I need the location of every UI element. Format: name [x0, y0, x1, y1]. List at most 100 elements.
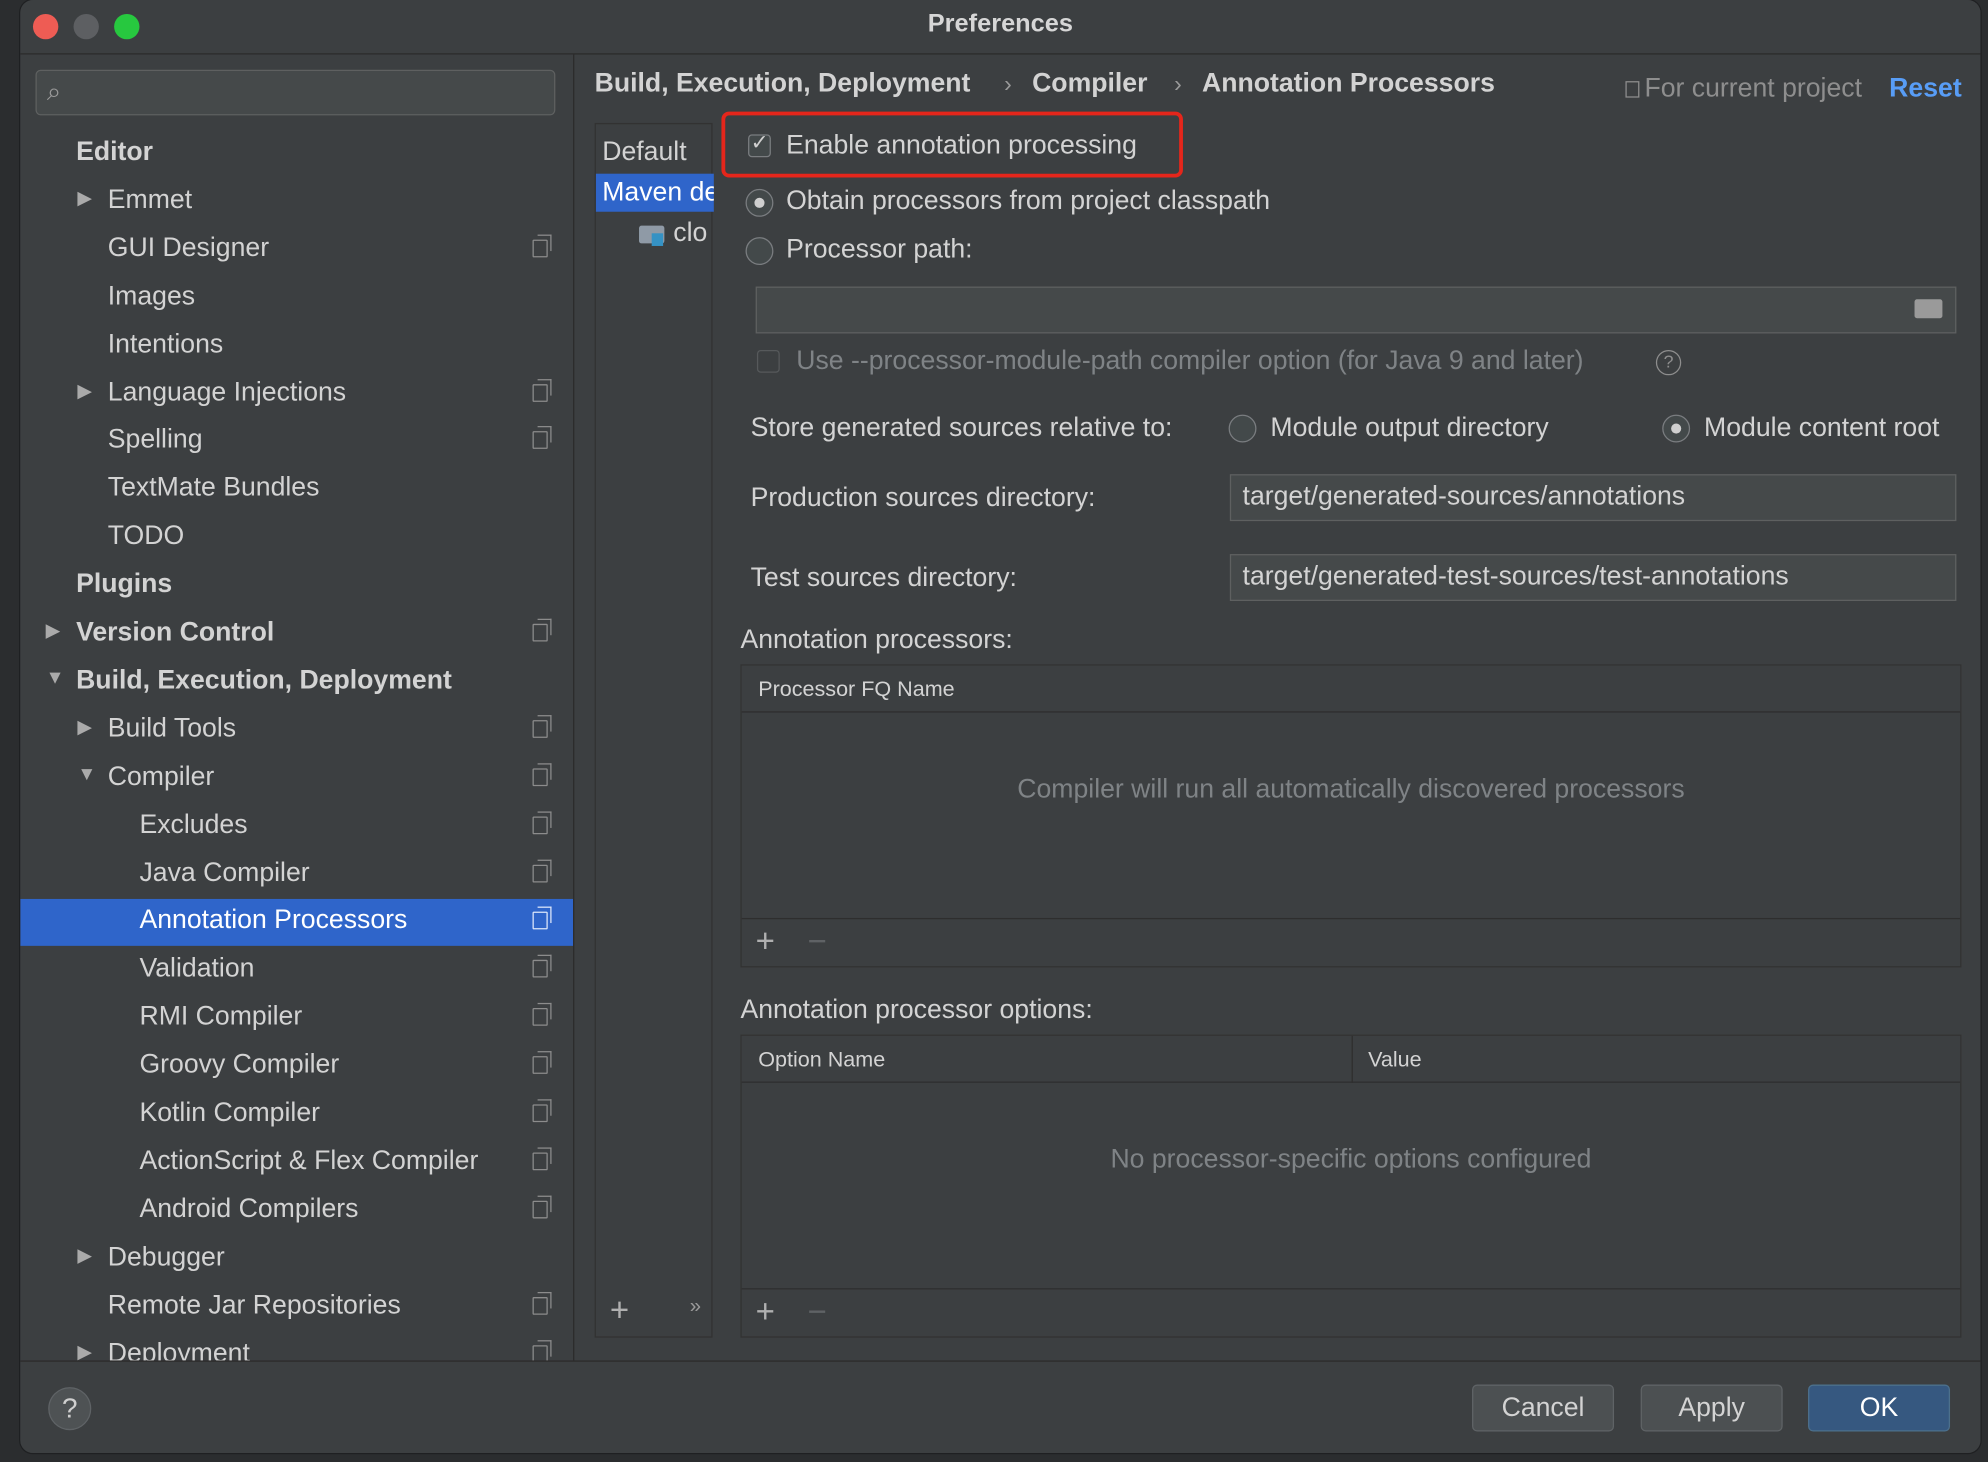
module-content-root-label[interactable]: Module content root: [1704, 413, 1939, 443]
project-scope-icon: [532, 1099, 552, 1123]
store-generated-label: Store generated sources relative to:: [750, 413, 1173, 443]
column-header-processor-fq-name[interactable]: Processor FQ Name: [758, 677, 954, 702]
more-actions-button[interactable]: »: [690, 1296, 701, 1319]
test-sources-value: target/generated-test-sources/test-annot…: [1242, 561, 1789, 591]
sidebar-item-plugins[interactable]: Plugins: [20, 563, 573, 610]
expand-arrow-icon[interactable]: ▶: [77, 715, 92, 738]
expand-arrow-icon[interactable]: ▶: [77, 1243, 92, 1267]
sidebar-divider[interactable]: [573, 54, 575, 1361]
expand-arrow-icon[interactable]: ▶: [77, 378, 92, 402]
settings-sidebar: ⌕ Editor ▶ Emmet GUI Designer Images Int…: [20, 54, 574, 1367]
title-bar: Preferences: [20, 0, 1981, 55]
sidebar-item-build-execution-deployment[interactable]: ▼ Build, Execution, Deployment: [20, 659, 573, 706]
processor-module-path-checkbox[interactable]: [756, 349, 780, 373]
expand-arrow-icon[interactable]: ▶: [46, 619, 61, 642]
profile-label: Default: [602, 136, 687, 167]
sidebar-item-compiler[interactable]: ▼ Compiler: [20, 755, 573, 802]
test-sources-label: Test sources directory:: [750, 562, 1017, 593]
sidebar-item-android-compilers[interactable]: Android Compilers: [20, 1188, 573, 1235]
expand-arrow-icon[interactable]: ▶: [77, 1340, 92, 1363]
production-sources-input[interactable]: target/generated-sources/annotations: [1229, 474, 1957, 522]
enable-annotation-processing-checkbox[interactable]: [748, 131, 771, 158]
sidebar-item-excludes[interactable]: Excludes: [20, 803, 573, 850]
column-header-option-name[interactable]: Option Name: [758, 1047, 885, 1072]
collapse-arrow-icon[interactable]: ▼: [46, 667, 65, 689]
apply-button[interactable]: Apply: [1640, 1384, 1783, 1432]
sidebar-item-intentions[interactable]: Intentions: [20, 323, 573, 370]
cancel-button[interactable]: Cancel: [1472, 1384, 1615, 1432]
sidebar-item-actionscript-flex-compiler[interactable]: ActionScript & Flex Compiler: [20, 1140, 573, 1187]
sidebar-item-java-compiler[interactable]: Java Compiler: [20, 851, 573, 898]
sidebar-item-kotlin-compiler[interactable]: Kotlin Compiler: [20, 1092, 573, 1139]
sidebar-item-debugger[interactable]: ▶ Debugger: [20, 1236, 573, 1283]
sidebar-item-editor[interactable]: Editor: [20, 131, 573, 178]
help-question-icon[interactable]: ?: [1655, 349, 1682, 376]
profile-item-maven[interactable]: Maven de: [595, 173, 714, 212]
sidebar-item-label: RMI Compiler: [139, 1001, 303, 1032]
sidebar-item-validation[interactable]: Validation: [20, 947, 573, 994]
remove-processor-button[interactable]: −: [808, 922, 827, 961]
breadcrumb-separator: ›: [1174, 71, 1182, 97]
project-scope-icon: [532, 1291, 552, 1315]
obtain-from-classpath-label[interactable]: Obtain processors from project classpath: [786, 186, 1270, 216]
project-scope-icon: [532, 1051, 552, 1075]
sidebar-item-build-tools[interactable]: ▶ Build Tools: [20, 707, 573, 754]
sidebar-item-label: Validation: [139, 953, 255, 983]
sidebar-item-images[interactable]: Images: [20, 275, 573, 322]
add-profile-button[interactable]: +: [610, 1291, 629, 1330]
add-processor-button[interactable]: +: [756, 922, 775, 961]
module-content-root-radio[interactable]: [1662, 414, 1691, 443]
profile-module-item[interactable]: clo: [596, 214, 714, 252]
sidebar-item-annotation-processors[interactable]: Annotation Processors: [20, 899, 574, 947]
processor-path-label[interactable]: Processor path:: [786, 235, 972, 265]
profiles-toolbar: + »: [596, 1286, 714, 1337]
column-divider[interactable]: [1351, 1035, 1353, 1083]
ok-button[interactable]: OK: [1808, 1384, 1951, 1432]
sidebar-item-rmi-compiler[interactable]: RMI Compiler: [20, 996, 573, 1043]
project-scope-icon: [532, 762, 552, 786]
module-output-directory-radio[interactable]: [1228, 414, 1257, 443]
settings-search-input[interactable]: ⌕: [35, 69, 556, 116]
module-output-directory-label[interactable]: Module output directory: [1270, 413, 1548, 443]
enable-annotation-processing-label[interactable]: Enable annotation processing: [786, 131, 1137, 161]
expand-arrow-icon[interactable]: ▶: [77, 186, 92, 210]
sidebar-item-spelling[interactable]: Spelling: [20, 419, 573, 466]
processor-path-radio[interactable]: [745, 237, 774, 265]
project-scope-icon: [532, 234, 552, 258]
remove-option-button[interactable]: −: [808, 1292, 827, 1331]
processor-path-input[interactable]: [755, 286, 1957, 334]
project-scope-icon: [532, 618, 552, 642]
sidebar-item-label: ActionScript & Flex Compiler: [139, 1146, 479, 1176]
sidebar-item-language-injections[interactable]: ▶ Language Injections: [20, 371, 573, 418]
profile-item-default[interactable]: Default: [596, 133, 714, 171]
table-header: Option Name Value: [741, 1035, 1961, 1083]
sidebar-item-groovy-compiler[interactable]: Groovy Compiler: [20, 1044, 573, 1091]
obtain-from-classpath-radio[interactable]: [745, 188, 774, 217]
sidebar-item-label: Java Compiler: [139, 857, 310, 887]
sidebar-item-label: Language Injections: [107, 377, 347, 407]
profiles-list: Default Maven de clo + »: [594, 122, 714, 1338]
sidebar-item-label: Build Tools: [107, 713, 237, 743]
sidebar-item-remote-jar-repositories[interactable]: Remote Jar Repositories: [20, 1284, 573, 1331]
reset-link[interactable]: Reset: [1889, 74, 1962, 104]
browse-folder-icon[interactable]: [1914, 299, 1943, 319]
sidebar-item-gui-designer[interactable]: GUI Designer: [20, 227, 573, 274]
sidebar-item-label: Spelling: [107, 425, 203, 455]
column-header-value[interactable]: Value: [1368, 1047, 1422, 1072]
for-current-project-label: For current project: [1625, 74, 1862, 104]
sidebar-item-version-control[interactable]: ▶ Version Control: [20, 611, 573, 658]
help-button[interactable]: ?: [48, 1387, 92, 1431]
collapse-arrow-icon[interactable]: ▼: [77, 763, 96, 785]
sidebar-item-label: Kotlin Compiler: [139, 1098, 321, 1128]
add-option-button[interactable]: +: [756, 1292, 775, 1331]
test-sources-input[interactable]: target/generated-test-sources/test-annot…: [1229, 554, 1957, 601]
sidebar-item-textmate-bundles[interactable]: TextMate Bundles: [20, 467, 573, 514]
annotation-processors-table: Processor FQ Name Compiler will run all …: [740, 664, 1962, 968]
sidebar-item-emmet[interactable]: ▶ Emmet: [20, 179, 573, 226]
annotation-processor-options-table: Option Name Value No processor-specific …: [740, 1034, 1962, 1338]
project-scope-icon: [532, 1003, 552, 1026]
sidebar-item-todo[interactable]: TODO: [20, 515, 573, 562]
preferences-window: Preferences ⌕ Editor ▶ Emmet GUI Designe…: [20, 0, 1981, 1454]
table-toolbar: + −: [741, 917, 1961, 966]
profile-label: Maven de: [602, 177, 714, 207]
